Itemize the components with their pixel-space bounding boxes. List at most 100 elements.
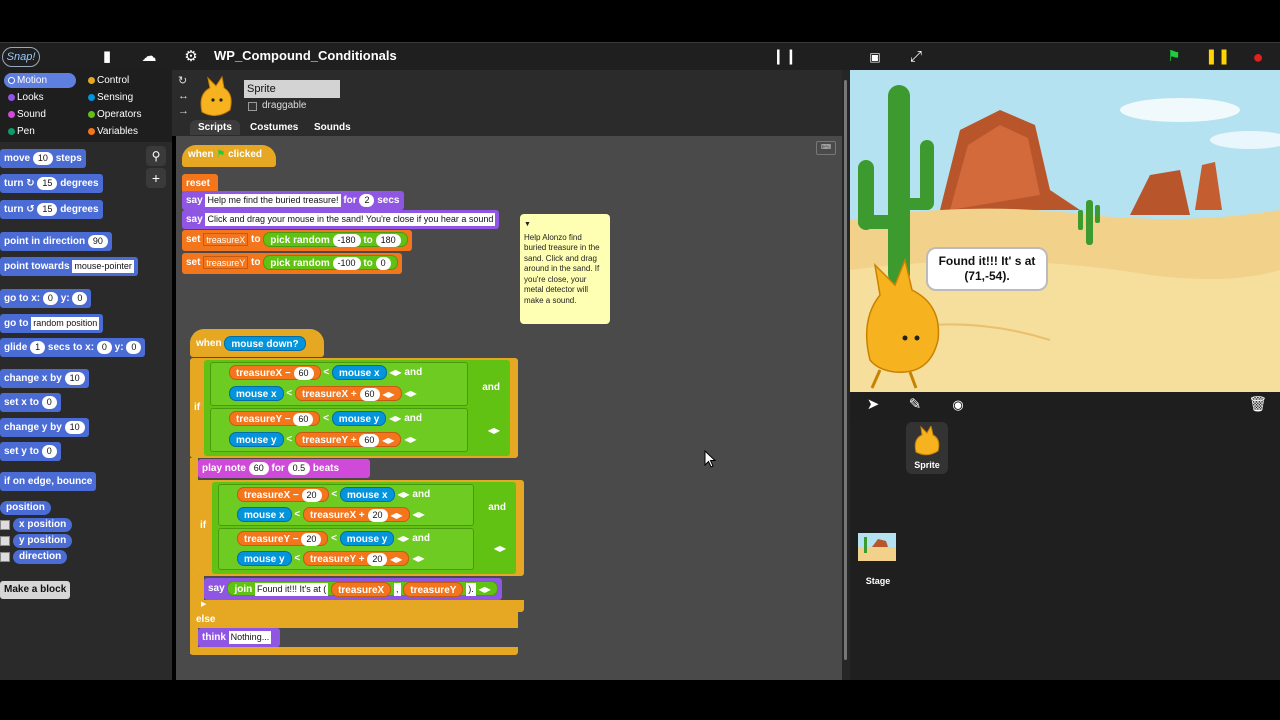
turn-left-block[interactable]: turn ↺ 15 degrees xyxy=(0,200,103,219)
add-icon[interactable]: + xyxy=(146,168,166,188)
inner-if-else-block[interactable]: if and treasureX − 20 < mouse x ◀▶ and m… xyxy=(196,480,524,576)
arrows-icon[interactable]: ◀▶ xyxy=(390,508,402,523)
tab-sounds[interactable]: Sounds xyxy=(306,120,359,135)
glide-block[interactable]: glide 1 secs to x: 0 y: 0 xyxy=(0,338,146,357)
number-slot[interactable]: 15 xyxy=(37,176,58,190)
expand-arrow-icon[interactable]: ▶ xyxy=(201,600,206,608)
direction-slot[interactable]: 90 xyxy=(87,234,108,248)
less-than-block[interactable]: mouse x < treasureX + 20 ◀▶ ◀▶ xyxy=(237,507,425,522)
set-treasurey-block[interactable]: set treasureY to pick random -100 to 0 xyxy=(182,253,402,274)
number-slot[interactable]: -180 xyxy=(332,233,361,247)
x-position-reporter[interactable]: x position xyxy=(13,518,73,532)
footprints-icon[interactable]: ❙❙ xyxy=(772,47,797,67)
mouse-x-reporter[interactable]: mouse x xyxy=(331,365,387,380)
arrows-icon[interactable]: ◀▶ xyxy=(412,510,424,519)
scripting-area[interactable]: ⌨ when ⚑ clicked reset say Help me find … xyxy=(176,136,842,680)
text-slot[interactable]: Found it!!! It's at ( xyxy=(255,582,329,596)
say-join-block[interactable]: say join Found it!!! It's at ( treasureX… xyxy=(204,578,502,600)
tab-scripts[interactable]: Scripts xyxy=(190,120,240,135)
number-slot[interactable]: 1 xyxy=(30,340,46,354)
arrows-icon[interactable]: ◀▶ xyxy=(390,552,402,567)
category-looks[interactable]: Looks xyxy=(4,90,76,105)
and-block[interactable]: treasureY − 60 < mouse y ◀▶ and mouse y … xyxy=(210,408,468,452)
category-variables[interactable]: Variables xyxy=(84,124,156,139)
treasurey-reporter[interactable]: treasureY xyxy=(403,581,464,597)
search-icon[interactable]: ⚲ xyxy=(146,146,166,166)
arrows-icon[interactable]: ◀▶ xyxy=(389,414,401,423)
category-pen[interactable]: Pen xyxy=(4,124,76,139)
make-a-block-button[interactable]: Make a block xyxy=(0,581,71,599)
less-than-block[interactable]: mouse y < treasureY + 60 ◀▶ ◀▶ xyxy=(229,432,417,447)
number-slot[interactable]: 20 xyxy=(301,532,322,546)
number-slot[interactable]: 0 xyxy=(42,291,58,305)
number-slot[interactable]: 0 xyxy=(96,340,112,354)
sprite-tile[interactable]: Sprite xyxy=(906,422,948,474)
number-slot[interactable]: 10 xyxy=(32,151,53,165)
trash-icon[interactable]: 🗑 xyxy=(1247,395,1269,415)
number-slot[interactable]: 0 xyxy=(41,444,57,458)
snap-logo[interactable]: Snap! xyxy=(2,47,40,67)
and-block[interactable]: treasureX − 60 < mouse x ◀▶ and mouse x … xyxy=(210,362,468,406)
less-than-block[interactable]: mouse x < treasureX + 60 ◀▶ ◀▶ xyxy=(229,386,417,401)
stop-icon[interactable]: ● xyxy=(1247,47,1269,67)
join-reporter[interactable]: join Found it!!! It's at ( treasureX , t… xyxy=(227,580,498,597)
mouse-x-reporter[interactable]: mouse x xyxy=(339,487,395,502)
arrows-icon[interactable]: ◀▶ xyxy=(389,368,401,377)
and-block[interactable]: and treasureX − 60 < mouse x ◀▶ and mous… xyxy=(204,360,510,456)
plus-reporter[interactable]: treasureX + 20 ◀▶ xyxy=(302,507,410,523)
x-position-checkbox[interactable] xyxy=(0,520,10,530)
and-block[interactable]: treasureY − 20 < mouse y ◀▶ and mouse y … xyxy=(218,528,474,570)
arrows-icon[interactable]: ◀▶ xyxy=(478,582,490,597)
number-slot[interactable]: 20 xyxy=(367,553,388,566)
number-slot[interactable]: -100 xyxy=(332,256,361,270)
set-y-block[interactable]: set y to 0 xyxy=(0,442,61,461)
text-slot[interactable]: Help me find the buried treasure! xyxy=(205,193,341,207)
arrow-icon[interactable]: ➤ xyxy=(862,395,884,415)
y-position-reporter[interactable]: y position xyxy=(13,534,73,548)
arrows-icon[interactable]: ◀▶ xyxy=(404,435,416,444)
minus-reporter[interactable]: treasureY − 60 xyxy=(229,411,321,426)
go-to-block[interactable]: go to random position xyxy=(0,314,104,333)
sprite-name-field[interactable]: Sprite xyxy=(244,80,340,98)
mouse-down-reporter[interactable]: mouse down? xyxy=(224,336,306,351)
pause-icon[interactable]: ❚❚ xyxy=(1205,47,1230,67)
number-slot[interactable]: 20 xyxy=(367,509,388,522)
rotation-style-icons[interactable]: ↻ ↔ → xyxy=(178,74,189,119)
note-slot[interactable]: 60 xyxy=(248,461,269,475)
number-slot[interactable]: 0 xyxy=(375,256,391,270)
change-x-block[interactable]: change x by 10 xyxy=(0,369,89,388)
point-in-direction-block[interactable]: point in direction 90 xyxy=(0,232,112,251)
paintbrush-icon[interactable]: ✎ xyxy=(904,395,926,415)
gear-icon[interactable]: ⚙ xyxy=(180,47,202,67)
category-sound[interactable]: Sound xyxy=(4,107,76,122)
keyboard-icon[interactable]: ⌨ xyxy=(816,141,836,155)
minus-reporter[interactable]: treasureX − 60 xyxy=(229,365,321,380)
variable-dropdown[interactable]: treasureX xyxy=(203,232,249,246)
number-slot[interactable]: 0.5 xyxy=(287,461,311,475)
stage-tile[interactable]: Stage xyxy=(858,533,898,586)
dropdown-slot[interactable]: random position xyxy=(31,316,100,330)
mouse-y-reporter[interactable]: mouse y xyxy=(339,531,395,546)
number-slot[interactable]: 0 xyxy=(72,291,88,305)
number-slot[interactable]: 60 xyxy=(359,434,380,447)
plus-reporter[interactable]: treasureY + 20 ◀▶ xyxy=(302,551,410,567)
say-for-secs-block[interactable]: say Help me find the buried treasure! fo… xyxy=(182,191,404,210)
pick-random-reporter[interactable]: pick random -180 to 180 xyxy=(263,231,408,247)
comment-note[interactable]: ▼ Help Alonzo find buried treasure in th… xyxy=(520,214,610,324)
dropdown-slot[interactable]: mouse-pointer xyxy=(72,259,134,273)
arrows-icon[interactable]: ◀▶ xyxy=(494,544,506,553)
move-block[interactable]: move 10 steps xyxy=(0,149,86,168)
text-slot[interactable]: ). xyxy=(466,582,476,596)
stage-size-icon[interactable]: ▣ xyxy=(864,47,886,67)
minus-reporter[interactable]: treasureY − 20 xyxy=(237,531,329,546)
cloud-icon[interactable]: ☁ xyxy=(138,47,160,67)
number-slot[interactable]: 2 xyxy=(359,193,375,207)
when-flag-clicked-hat[interactable]: when ⚑ clicked xyxy=(182,145,276,167)
file-icon[interactable]: ▮ xyxy=(96,47,118,67)
plus-reporter[interactable]: treasureY + 60 ◀▶ xyxy=(294,432,402,448)
y-position-checkbox[interactable] xyxy=(0,536,10,546)
category-sensing[interactable]: Sensing xyxy=(84,90,156,105)
arrows-icon[interactable]: ◀▶ xyxy=(382,433,394,448)
arrows-icon[interactable]: ◀▶ xyxy=(412,554,424,563)
bounce-block[interactable]: if on edge, bounce xyxy=(0,472,97,491)
